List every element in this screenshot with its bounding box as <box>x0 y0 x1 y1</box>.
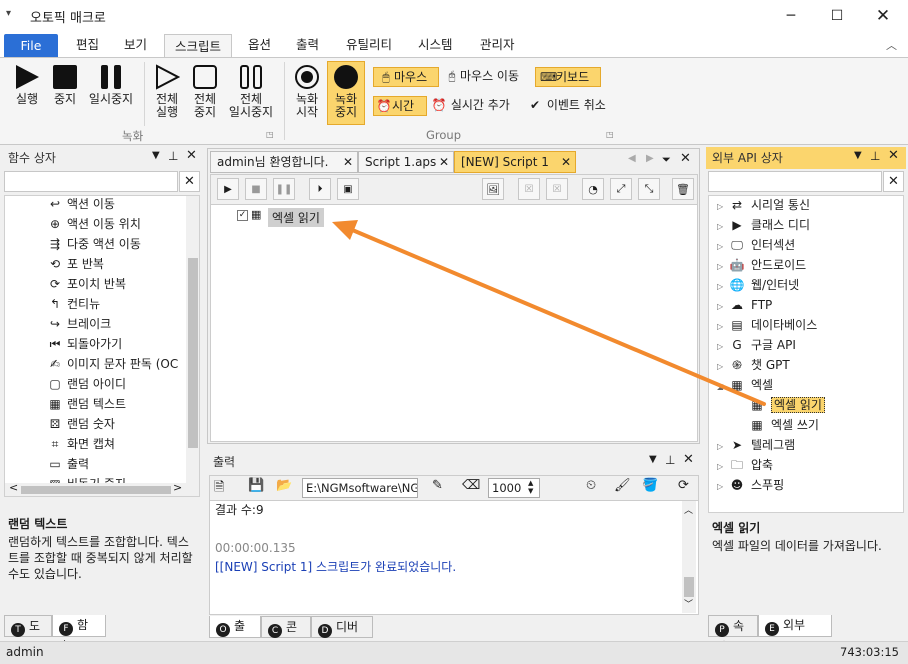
annotation-arrow <box>332 220 766 406</box>
status-user: admin <box>6 645 44 659</box>
status-time: 743:03:15 <box>840 645 899 659</box>
status-bar: admin 743:03:15 <box>0 641 908 664</box>
